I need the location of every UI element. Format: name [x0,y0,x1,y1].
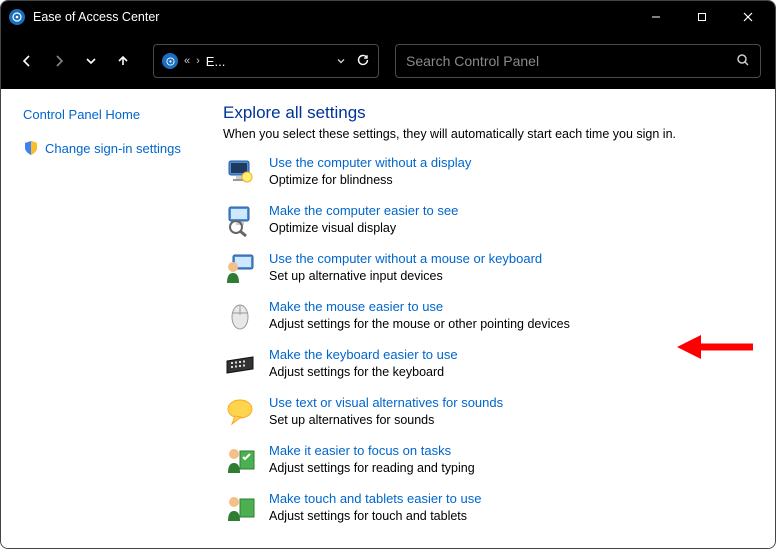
setting-item: Use text or visual alternatives for soun… [223,395,757,429]
address-bar[interactable]: « › E... [153,44,379,78]
refresh-button[interactable] [356,53,370,70]
setting-link-no-display[interactable]: Use the computer without a display [269,155,471,170]
display-off-icon [223,155,257,189]
setting-item: Use the computer without a display Optimi… [223,155,757,189]
sidebar-signin-link[interactable]: Change sign-in settings [45,141,181,156]
chevron-right-icon: › [196,55,200,67]
breadcrumb[interactable]: E... [206,54,226,69]
setting-desc: Optimize for blindness [269,173,471,187]
setting-link-easier-see[interactable]: Make the computer easier to see [269,203,458,218]
user-tablet-icon [223,491,257,525]
app-icon [9,9,25,25]
recent-dropdown[interactable] [79,49,103,73]
content-area: Control Panel Home Change sign-in settin… [1,89,775,548]
close-button[interactable] [725,1,771,33]
setting-item: Use the computer without a mouse or keyb… [223,251,757,285]
sidebar: Control Panel Home Change sign-in settin… [1,89,209,548]
setting-link-mouse[interactable]: Make the mouse easier to use [269,299,443,314]
address-dropdown[interactable] [336,54,346,69]
user-checklist-icon [223,443,257,477]
setting-link-keyboard[interactable]: Make the keyboard easier to use [269,347,458,362]
window: Ease of Access Center « › E... Control P… [0,0,776,549]
mouse-icon [223,299,257,333]
setting-item: Make the keyboard easier to use Adjust se… [223,347,757,381]
sidebar-home-link[interactable]: Control Panel Home [23,107,199,122]
setting-item: Make it easier to focus on tasks Adjust s… [223,443,757,477]
up-button[interactable] [111,49,135,73]
setting-desc: Adjust settings for the mouse or other p… [269,317,570,331]
search-box[interactable] [395,44,761,78]
title-bar: Ease of Access Center [1,1,775,33]
search-icon[interactable] [736,53,750,70]
location-icon [162,53,178,69]
setting-desc: Adjust settings for reading and typing [269,461,475,475]
user-display-icon [223,251,257,285]
setting-desc: Optimize visual display [269,221,458,235]
forward-button[interactable] [47,49,71,73]
setting-item: Make the mouse easier to use Adjust setti… [223,299,757,333]
page-subheading: When you select these settings, they wil… [223,127,757,141]
setting-desc: Set up alternatives for sounds [269,413,503,427]
setting-desc: Adjust settings for the keyboard [269,365,458,379]
window-title: Ease of Access Center [33,10,159,24]
main-panel: Explore all settings When you select the… [209,89,775,548]
search-input[interactable] [406,53,736,69]
setting-desc: Set up alternative input devices [269,269,542,283]
setting-item: Make the computer easier to see Optimize … [223,203,757,237]
setting-link-no-mouse-keyboard[interactable]: Use the computer without a mouse or keyb… [269,251,542,266]
speech-bubble-icon [223,395,257,429]
chevron-left-icon: « [184,55,190,67]
magnifier-display-icon [223,203,257,237]
setting-item: Make touch and tablets easier to use Adju… [223,491,757,525]
setting-link-touch[interactable]: Make touch and tablets easier to use [269,491,481,506]
setting-link-focus[interactable]: Make it easier to focus on tasks [269,443,451,458]
setting-desc: Adjust settings for touch and tablets [269,509,481,523]
nav-toolbar: « › E... [1,33,775,89]
shield-icon [23,140,39,156]
back-button[interactable] [15,49,39,73]
page-heading: Explore all settings [223,103,757,123]
keyboard-icon [223,347,257,381]
setting-link-sounds[interactable]: Use text or visual alternatives for soun… [269,395,503,410]
maximize-button[interactable] [679,1,725,33]
minimize-button[interactable] [633,1,679,33]
